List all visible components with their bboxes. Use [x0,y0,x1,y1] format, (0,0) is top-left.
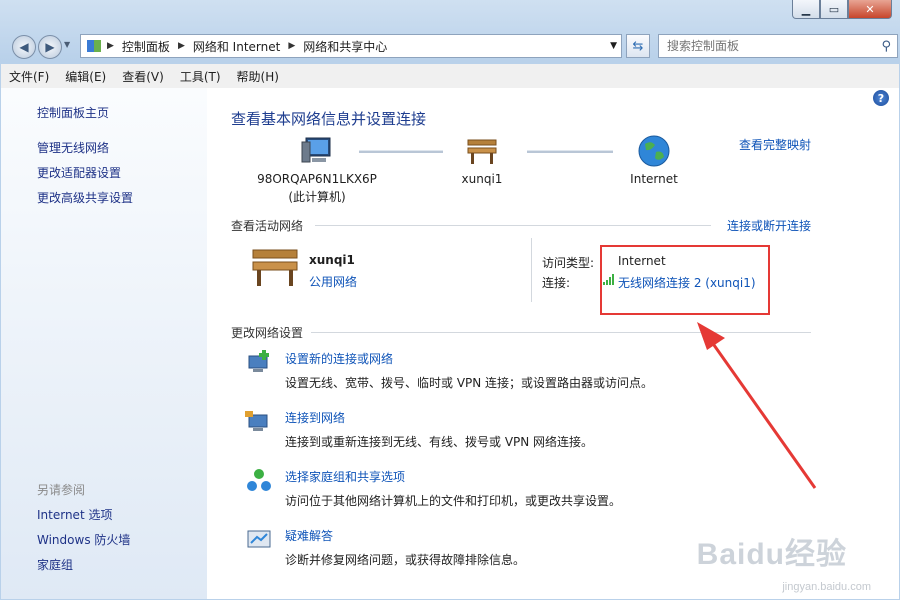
breadcrumb-network-internet[interactable]: 网络和 Internet [193,38,280,55]
caption-buttons: ▁ ▭ ✕ [792,0,892,19]
internet-label: Internet [630,172,678,186]
task-setup-connection: 设置新的连接或网络 设置无线、宽带、拨号、临时或 VPN 连接；或设置路由器或访… [248,350,654,391]
watermark-logo: Baidu经验 [696,538,847,571]
annotation-arrow [697,322,817,489]
task-description: 连接到或重新连接到无线、有线、拨号或 VPN 网络连接。 [285,435,594,449]
content-area: 控制面板主页 管理无线网络 更改适配器设置 更改高级共享设置 另请参阅 Inte… [1,88,899,599]
globe-icon [638,135,670,167]
help-icon[interactable]: ? [873,90,889,106]
breadcrumb-control-panel[interactable]: 控制面板 [122,38,170,55]
search-input[interactable] [659,38,882,54]
control-panel-window: ▁ ▭ ✕ ◀ ▶ ▼ ▶ 控制面板 ▶ 网络和 Internet ▶ 网络和共… [0,0,900,600]
connection-label: 连接: [542,276,571,290]
active-networks-heading: 查看活动网络 [231,219,304,233]
section-divider [315,225,711,226]
menu-tools[interactable]: 工具(T) [172,68,229,85]
sidebar-item-advanced-sharing[interactable]: 更改高级共享设置 [37,189,133,206]
highlight-box [600,245,770,315]
new-connection-icon [248,350,269,372]
task-connect-network: 连接到网络 连接到或重新连接到无线、有线、拨号或 VPN 网络连接。 [245,409,594,450]
address-dropdown-icon[interactable]: ▼ [610,41,617,51]
map-connector [359,150,443,153]
sidebar-item-manage-wireless[interactable]: 管理无线网络 [37,139,109,156]
address-bar[interactable]: ▶ 控制面板 ▶ 网络和 Internet ▶ 网络和共享中心 ▼ [80,34,622,58]
search-icon[interactable]: ⚲ [881,39,891,54]
network-type-link[interactable]: 公用网络 [309,273,357,290]
task-description: 设置无线、宽带、拨号、临时或 VPN 连接；或设置路由器或访问点。 [285,376,654,390]
task-title[interactable]: 连接到网络 [285,409,593,426]
breadcrumb-network-sharing-center[interactable]: 网络和共享中心 [303,38,387,55]
task-description: 访问位于其他网络计算机上的文件和打印机，或更改共享设置。 [285,494,622,508]
task-troubleshoot: 疑难解答 诊断并修复网络问题，或获得故障排除信息。 [247,527,526,568]
sidebar-item-homegroup[interactable]: 家庭组 [37,556,73,573]
task-title[interactable]: 选择家庭组和共享选项 [285,468,621,485]
computer-name: 98ORQAP6N1LKX6P [257,172,377,186]
maximize-button[interactable]: ▭ [820,0,848,19]
see-also-heading: 另请参阅 [37,483,86,497]
navigation-bar: ◀ ▶ ▼ ▶ 控制面板 ▶ 网络和 Internet ▶ 网络和共享中心 ▼ … [8,32,898,60]
troubleshoot-icon [247,530,271,548]
sidebar-item-internet-options[interactable]: Internet 选项 [37,506,112,523]
access-type-label: 访问类型: [542,256,595,270]
change-settings-heading: 更改网络设置 [231,326,304,340]
history-dropdown-icon[interactable]: ▼ [64,40,70,49]
task-description: 诊断并修复网络问题，或获得故障排除信息。 [285,553,526,567]
task-homegroup-sharing: 选择家庭组和共享选项 访问位于其他网络计算机上的文件和打印机，或更改共享设置。 [247,468,622,509]
back-button[interactable]: ◀ [12,35,36,59]
map-internet: Internet [619,134,689,186]
sidebar-item-home[interactable]: 控制面板主页 [37,104,109,121]
sidebar-item-firewall[interactable]: Windows 防火墙 [37,531,130,548]
computer-icon [301,137,331,163]
minimize-button[interactable]: ▁ [792,0,820,19]
network-name: xunqi1 [461,172,503,186]
column-divider [531,238,532,302]
view-full-map-link[interactable]: 查看完整映射 [739,136,811,153]
breadcrumb-separator-icon[interactable]: ▶ [107,41,114,51]
task-title[interactable]: 设置新的连接或网络 [285,350,653,367]
menu-help[interactable]: 帮助(H) [229,68,287,85]
menu-file[interactable]: 文件(F) [1,68,57,85]
sidebar-item-adapter-settings[interactable]: 更改适配器设置 [37,164,121,181]
map-network: xunqi1 [447,136,517,186]
menu-edit[interactable]: 编辑(E) [57,68,114,85]
active-network-name: xunqi1 [309,253,355,267]
page-title: 查看基本网络信息并设置连接 [231,110,427,128]
menu-view[interactable]: 查看(V) [114,68,172,85]
connect-network-icon [245,411,268,431]
menu-bar: 文件(F) 编辑(E) 查看(V) 工具(T) 帮助(H) [1,64,899,89]
refresh-button[interactable]: ⇆ [626,34,650,58]
connect-disconnect-link[interactable]: 连接或断开连接 [727,217,811,234]
homegroup-icon [247,469,271,491]
map-connector [527,150,613,153]
control-panel-icon [87,40,101,52]
main-panel: ? 查看基本网络信息并设置连接 查看完整映射 98ORQAP6N1LKX6P (… [207,88,899,599]
watermark-url: jingyan.baidu.com [782,581,871,593]
computer-sub: (此计算机) [288,190,346,204]
map-computer: 98ORQAP6N1LKX6P (此计算机) [257,136,377,205]
bench-icon [467,139,497,164]
breadcrumb-separator-icon[interactable]: ▶ [288,41,295,51]
task-title[interactable]: 疑难解答 [285,527,525,544]
sidebar: 控制面板主页 管理无线网络 更改适配器设置 更改高级共享设置 另请参阅 Inte… [1,88,207,599]
close-button[interactable]: ✕ [848,0,892,19]
breadcrumb-separator-icon[interactable]: ▶ [178,41,185,51]
bench-icon [252,249,298,286]
forward-button[interactable]: ▶ [38,35,62,59]
search-box[interactable]: ⚲ [658,34,898,58]
